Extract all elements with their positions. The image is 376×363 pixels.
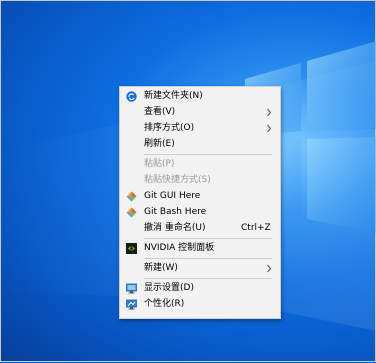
menu-item-label: 撤消 重命名(U): [144, 223, 206, 233]
menu-item-label: 个性化(R): [144, 299, 185, 309]
personalize-icon: [126, 299, 137, 310]
menu-separator: [144, 258, 272, 259]
nvidia-icon: [126, 243, 137, 254]
menu-separator: [144, 154, 272, 155]
menu-item-paste-shortcut[interactable]: 粘贴快捷方式(S): [120, 173, 280, 188]
menu-item-personalize[interactable]: 个性化(R): [120, 297, 280, 312]
menu-item-paste[interactable]: 粘贴(P): [120, 157, 280, 172]
menu-item-view[interactable]: 查看(V): [120, 105, 280, 120]
menu-separator: [144, 278, 272, 279]
menu-item-refresh[interactable]: 刷新(E): [120, 137, 280, 152]
chevron-right-icon: [267, 124, 272, 133]
context-menu: 新建文件夹(N) 查看(V) 排序方式(O) 刷新(E) 粘贴(P) 粘贴快捷方…: [119, 86, 281, 319]
menu-item-label: 显示设置(D): [144, 283, 194, 293]
menu-item-git-bash[interactable]: Git Bash Here: [120, 205, 280, 220]
menu-item-label: Git GUI Here: [144, 191, 201, 201]
menu-item-undo-rename[interactable]: 撤消 重命名(U) Ctrl+Z: [120, 221, 280, 236]
menu-item-label: 粘贴(P): [144, 159, 175, 169]
menu-item-label: 排序方式(O): [144, 123, 195, 133]
git-icon: [126, 207, 137, 218]
menu-item-git-gui[interactable]: Git GUI Here: [120, 189, 280, 204]
menu-item-label: 刷新(E): [144, 139, 175, 149]
menu-item-nvidia-control-panel[interactable]: NVIDIA 控制面板: [120, 241, 280, 256]
menu-item-label: 查看(V): [144, 107, 176, 117]
menu-item-label: 粘贴快捷方式(S): [144, 175, 211, 185]
menu-item-label: Git Bash Here: [144, 207, 207, 217]
menu-separator: [144, 238, 272, 239]
menu-item-label: 新建(W): [144, 263, 178, 273]
git-icon: [126, 191, 137, 202]
menu-item-new[interactable]: 新建(W): [120, 261, 280, 276]
menu-item-new-folder[interactable]: 新建文件夹(N): [120, 89, 280, 104]
menu-item-display-settings[interactable]: 显示设置(D): [120, 281, 280, 296]
menu-item-label: NVIDIA 控制面板: [144, 243, 215, 253]
display-settings-icon: [126, 283, 137, 294]
sync-icon: [126, 91, 137, 102]
chevron-right-icon: [267, 108, 272, 117]
menu-item-label: 新建文件夹(N): [144, 91, 203, 101]
chevron-right-icon: [267, 264, 272, 273]
menu-item-sort-by[interactable]: 排序方式(O): [120, 121, 280, 136]
menu-item-shortcut: Ctrl+Z: [241, 223, 271, 233]
